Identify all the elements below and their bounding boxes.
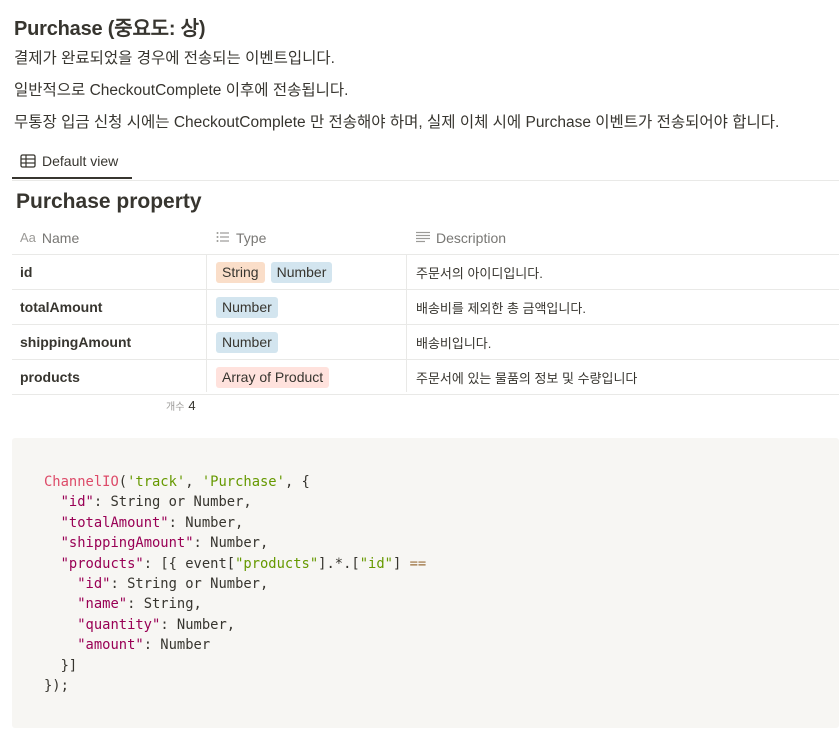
table-row[interactable]: shippingAmount Number 배송비입니다. xyxy=(12,325,839,360)
paragraph-3: 무통장 입금 신청 시에는 CheckoutComplete 만 전송해야 하며… xyxy=(14,114,780,131)
property-table: Aa Name Type Description id String Numbe… xyxy=(12,221,839,395)
type-tag: Number xyxy=(270,261,333,283)
type-tag: Array of Product xyxy=(216,366,330,388)
count-label: 개수 xyxy=(166,402,185,413)
type-tag: String xyxy=(216,261,265,283)
paragraph-2: 일반적으로 CheckoutComplete 이후에 전송됩니다. xyxy=(14,82,349,99)
code-line: }] xyxy=(44,657,78,674)
code-line: "shippingAmount": Number, xyxy=(60,535,269,552)
code-line: ChannelIO('track', 'Purchase', { xyxy=(44,474,310,490)
count-value: 4 xyxy=(188,398,196,413)
table-row[interactable]: products Array of Product 주문서에 있는 물품의 정보… xyxy=(12,360,839,395)
notion-page: Purchase (중요도: 상) 결제가 완료되었을 경우에 전송되는 이벤트… xyxy=(0,0,839,745)
paragraph-1: 결제가 완료되었을 경우에 전송되는 이벤트입니다. xyxy=(14,50,335,67)
table-row[interactable]: id String Number 주문서의 아이디입니다. xyxy=(12,255,839,290)
page-heading: Purchase (중요도: 상) xyxy=(14,18,206,40)
type-cell[interactable]: String Number xyxy=(216,255,333,289)
description-cell[interactable]: 배송비입니다. xyxy=(416,325,491,359)
table-header: Aa Name Type Description xyxy=(12,221,839,255)
description-cell[interactable]: 주문서의 아이디입니다. xyxy=(416,255,543,289)
name-cell[interactable]: id xyxy=(20,255,32,289)
column-header-type[interactable]: Type xyxy=(216,221,266,254)
code-line: "id": String or Number, xyxy=(77,576,269,593)
code-block[interactable]: ChannelIO('track', 'Purchase', { "id": S… xyxy=(12,438,839,728)
code-line: "name": String, xyxy=(77,596,202,613)
code-line: "totalAmount": Number, xyxy=(60,514,244,531)
code-line: "quantity": Number, xyxy=(77,616,236,633)
description-cell[interactable]: 배송비를 제외한 총 금액입니다. xyxy=(416,290,586,324)
code-line: "products": [{ event["products"].*.["id"… xyxy=(60,555,427,572)
text-lines-icon xyxy=(416,230,430,246)
database-title[interactable]: Purchase property xyxy=(16,190,202,214)
column-header-name[interactable]: Aa Name xyxy=(20,221,79,254)
list-icon xyxy=(216,230,230,246)
text-aa-icon: Aa xyxy=(20,230,36,245)
name-cell[interactable]: totalAmount xyxy=(20,290,102,324)
type-cell[interactable]: Number xyxy=(216,290,278,324)
code-line: "amount": Number xyxy=(77,637,211,654)
table-icon xyxy=(20,153,36,168)
type-tag: Number xyxy=(216,331,278,353)
table-row[interactable]: totalAmount Number 배송비를 제외한 총 금액입니다. xyxy=(12,290,839,325)
tab-default-view[interactable]: Default view xyxy=(12,144,132,179)
code-line: "id": String or Number, xyxy=(60,494,252,511)
description-cell[interactable]: 주문서에 있는 물품의 정보 및 수량입니다 xyxy=(416,360,637,394)
code-content: ChannelIO('track', 'Purchase', { "id": S… xyxy=(44,472,426,696)
view-tabs: Default view xyxy=(12,144,839,181)
column-header-description[interactable]: Description xyxy=(416,221,506,254)
type-cell[interactable]: Number xyxy=(216,325,278,359)
name-cell[interactable]: products xyxy=(20,360,80,394)
type-tag: Number xyxy=(216,296,278,318)
tab-label: Default view xyxy=(42,152,119,169)
code-line: }); xyxy=(44,678,69,695)
row-count[interactable]: 개수 4 xyxy=(166,398,196,413)
name-cell[interactable]: shippingAmount xyxy=(20,325,131,359)
type-cell[interactable]: Array of Product xyxy=(216,360,330,394)
